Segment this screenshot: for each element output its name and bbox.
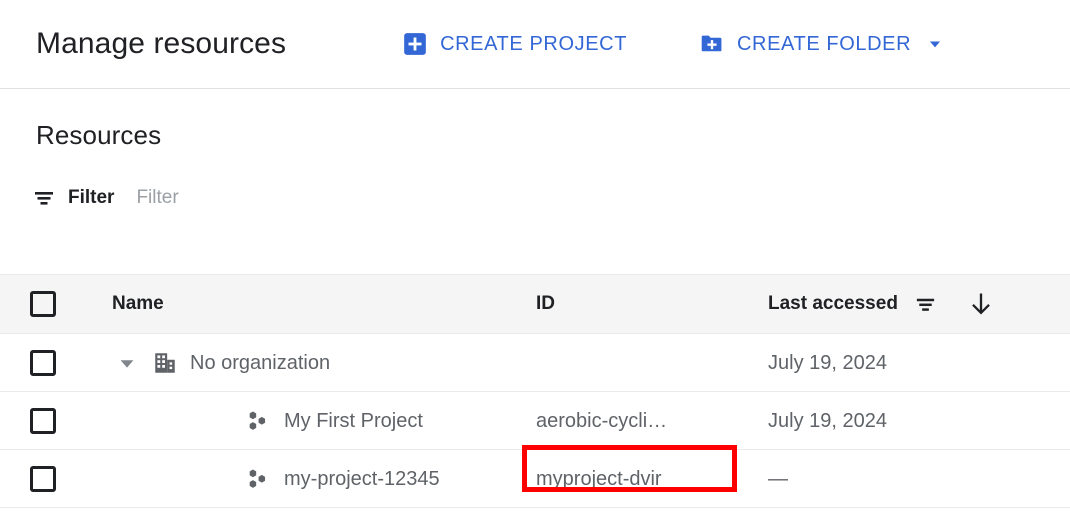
row-last-accessed-cell: July 19, 2024 <box>768 409 1070 433</box>
select-all-cell <box>0 291 112 317</box>
row-name-label[interactable]: No organization <box>190 351 330 375</box>
column-header-last-accessed-label: Last accessed <box>768 293 898 315</box>
filter-list-icon <box>32 186 56 210</box>
row-checkbox[interactable] <box>30 350 56 376</box>
row-last-accessed-label: July 19, 2024 <box>768 409 887 433</box>
row-id-cell: aerobic-cycli… <box>536 409 768 433</box>
app-bar: Manage resources CREATE PROJECT <box>0 0 1070 89</box>
create-project-button[interactable]: CREATE PROJECT <box>402 31 627 57</box>
app-bar-actions: CREATE PROJECT CREATE FOLDER <box>402 31 945 57</box>
row-name-cell: my-project-12345 <box>112 466 536 492</box>
create-new-folder-icon <box>699 31 725 57</box>
create-folder-button[interactable]: CREATE FOLDER <box>699 31 911 57</box>
table-header-row: Name ID Last accessed <box>0 274 1070 334</box>
expand-collapse-button[interactable] <box>116 352 138 374</box>
column-header-id-label: ID <box>536 293 555 315</box>
arrow-downward-icon <box>967 290 995 318</box>
table-row[interactable]: My First Project aerobic-cycli… July 19,… <box>0 392 1070 450</box>
row-last-accessed-cell: — <box>768 467 1070 491</box>
row-id-label: myproject-dvir <box>536 467 662 491</box>
row-last-accessed-label: July 19, 2024 <box>768 351 887 375</box>
filter-button[interactable]: Filter <box>32 186 114 210</box>
sort-direction-button[interactable] <box>967 290 995 318</box>
row-last-accessed-label: — <box>768 467 788 491</box>
caret-down-icon <box>116 352 138 374</box>
table-row[interactable]: my-project-12345 myproject-dvir — <box>0 450 1070 508</box>
row-id-label: aerobic-cycli… <box>536 409 667 433</box>
row-name-label[interactable]: my-project-12345 <box>284 467 440 491</box>
create-folder-dropdown-button[interactable] <box>911 34 945 54</box>
column-header-name[interactable]: Name <box>112 293 536 315</box>
row-last-accessed-cell: July 19, 2024 <box>768 351 1070 375</box>
row-select-cell <box>0 350 112 376</box>
table-row[interactable]: No organization July 19, 2024 <box>0 334 1070 392</box>
filter-button-label: Filter <box>68 187 114 209</box>
create-project-label: CREATE PROJECT <box>440 32 627 56</box>
row-select-cell <box>0 466 112 492</box>
project-hexagons-icon <box>246 408 272 434</box>
row-checkbox[interactable] <box>30 408 56 434</box>
row-checkbox[interactable] <box>30 466 56 492</box>
filter-bar: Filter <box>32 183 1070 213</box>
column-header-last-accessed: Last accessed <box>768 290 1070 318</box>
row-id-cell: myproject-dvir <box>536 467 768 491</box>
chevron-down-icon <box>925 34 945 54</box>
filter-list-icon[interactable] <box>914 293 937 316</box>
row-name-cell: No organization <box>112 350 536 376</box>
domain-icon <box>152 350 178 376</box>
row-select-cell <box>0 408 112 434</box>
project-hexagons-icon <box>246 466 272 492</box>
column-header-name-label: Name <box>112 293 164 315</box>
manage-resources-page: Manage resources CREATE PROJECT <box>0 0 1070 530</box>
create-folder-label: CREATE FOLDER <box>737 32 911 56</box>
last-accessed-sort-group[interactable]: Last accessed <box>768 293 937 316</box>
create-folder-group: CREATE FOLDER <box>699 31 945 57</box>
row-name-cell: My First Project <box>112 408 536 434</box>
section-title: Resources <box>36 120 1070 150</box>
filter-input[interactable] <box>136 187 436 209</box>
add-box-icon <box>402 31 428 57</box>
column-header-id[interactable]: ID <box>536 293 768 315</box>
resources-table: Name ID Last accessed <box>0 274 1070 508</box>
page-title: Manage resources <box>36 27 286 61</box>
row-name-label[interactable]: My First Project <box>284 409 423 433</box>
select-all-checkbox[interactable] <box>30 291 56 317</box>
